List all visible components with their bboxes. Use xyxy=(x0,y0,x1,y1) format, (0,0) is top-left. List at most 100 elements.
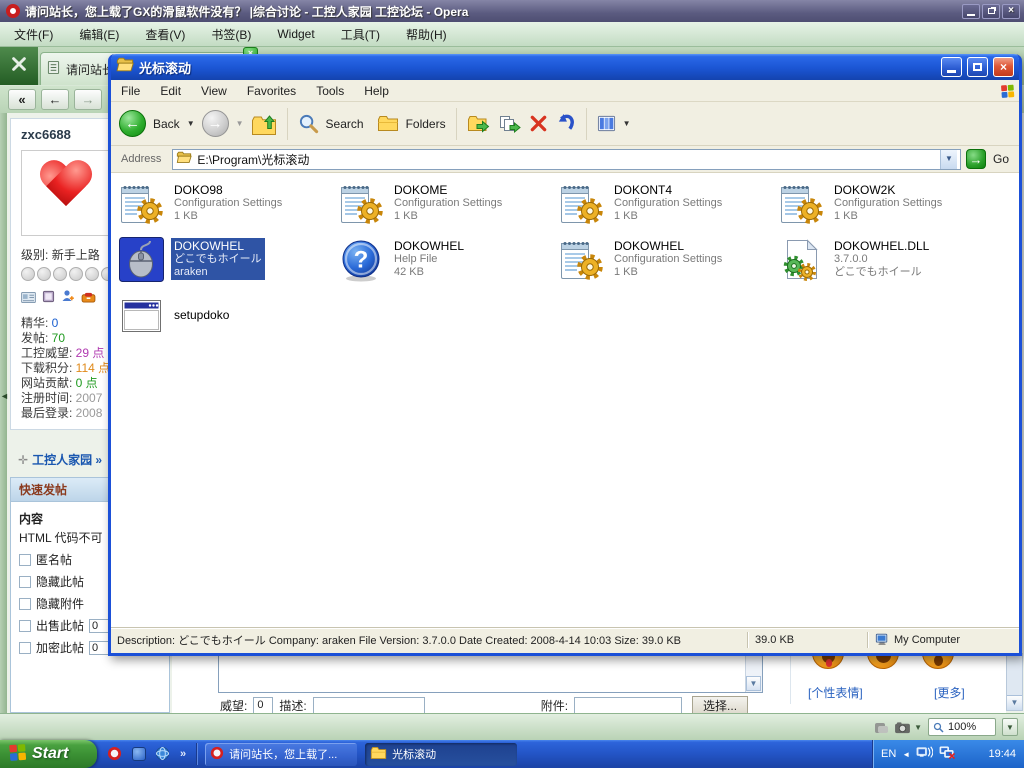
custom-emoticon-link[interactable]: [个性表情] xyxy=(808,684,863,701)
scroll-down-icon[interactable]: ▼ xyxy=(746,676,761,691)
back-dropdown-icon[interactable]: ▼ xyxy=(187,119,195,128)
forward-dropdown-icon[interactable]: ▼ xyxy=(236,119,244,128)
collapse-arrow-icon: ◄ xyxy=(0,391,9,401)
tray-collapse-icon[interactable]: ◄ xyxy=(902,750,910,759)
attachment-form: 威望: 0 描述: 附件: 选择... xyxy=(220,696,748,713)
close-button[interactable]: × xyxy=(993,57,1014,77)
views-icon[interactable] xyxy=(597,114,616,133)
checkbox[interactable] xyxy=(19,576,31,588)
back-button[interactable]: ← xyxy=(41,89,69,110)
choose-file-button[interactable]: 选择... xyxy=(692,696,748,713)
add-friend-icon[interactable] xyxy=(61,289,75,308)
folders-icon[interactable] xyxy=(377,115,399,132)
views-dropdown-icon[interactable]: ▼ xyxy=(623,119,631,128)
clock[interactable]: 19:44 xyxy=(988,748,1016,760)
opera-close-button[interactable]: × xyxy=(1002,4,1020,19)
forum-home-link[interactable]: ✛工控人家园 » xyxy=(18,451,102,468)
checkbox[interactable] xyxy=(19,554,31,566)
menu-item[interactable]: 查看(V) xyxy=(145,26,185,43)
menu-item[interactable]: 文件(F) xyxy=(14,26,53,43)
move-handle-icon: ✛ xyxy=(18,453,28,467)
rewind-button[interactable]: « xyxy=(8,89,36,110)
file-tile[interactable]: DOKOWHELどこでもホイールaraken xyxy=(119,237,333,293)
language-indicator[interactable]: EN xyxy=(881,748,896,760)
file-tile[interactable]: DOKONT4Configuration Settings1 KB xyxy=(559,181,773,237)
up-button[interactable] xyxy=(251,112,277,136)
file-tile[interactable]: setupdoko xyxy=(119,293,333,349)
opera-minimize-button[interactable] xyxy=(962,4,980,19)
file-tile[interactable]: DOKOWHEL.DLL3.7.0.0どこでもホイール xyxy=(779,237,993,293)
menu-item[interactable]: Favorites xyxy=(247,84,296,98)
desktop: 请问站长，您上载了GX的滑鼠软件没有？ |综合讨论 - 工控人家园 工控论坛 -… xyxy=(0,0,1024,768)
quick-launch-expand-icon[interactable]: » xyxy=(180,748,186,760)
menu-item[interactable]: Widget xyxy=(277,27,314,41)
attach-label: 附件: xyxy=(541,697,568,713)
zoom-control[interactable]: 100% xyxy=(928,718,996,736)
search-icon[interactable] xyxy=(298,113,319,134)
forward-button[interactable]: → xyxy=(202,110,229,137)
menu-item[interactable]: 帮助(H) xyxy=(406,26,447,43)
task-button[interactable]: 请问站长，您上载了... xyxy=(205,743,357,766)
go-label[interactable]: Go xyxy=(993,152,1009,166)
copy-to-icon[interactable] xyxy=(498,114,522,134)
mouse-icon xyxy=(119,237,164,282)
maximize-button[interactable] xyxy=(967,57,988,77)
opera-menubar: 文件(F) 编辑(E) 查看(V) 书签(B) Widget 工具(T) 帮助(H) xyxy=(0,22,1024,47)
address-dropdown-icon[interactable]: ▼ xyxy=(940,150,957,169)
profile-card-icon[interactable] xyxy=(21,290,36,308)
checkbox[interactable] xyxy=(19,642,31,654)
search-label[interactable]: Search xyxy=(326,117,364,131)
delete-icon[interactable] xyxy=(529,114,548,133)
app-icon[interactable] xyxy=(132,747,146,761)
medal-icon xyxy=(37,267,51,281)
file-tile[interactable]: DOKOMEConfiguration Settings1 KB xyxy=(339,181,553,237)
more-emoticon-link[interactable]: [更多] xyxy=(934,684,965,701)
menu-item[interactable]: 书签(B) xyxy=(211,26,251,43)
file-tile[interactable]: ?DOKOWHELHelp File42 KB xyxy=(339,237,553,293)
minimize-button[interactable] xyxy=(941,57,962,77)
undo-icon[interactable] xyxy=(555,113,576,134)
back-button[interactable]: ← xyxy=(119,110,146,137)
file-tile[interactable]: DOKOW2KConfiguration Settings1 KB xyxy=(779,181,993,237)
menu-item[interactable]: Edit xyxy=(160,84,181,98)
checkbox[interactable] xyxy=(19,598,31,610)
menu-item[interactable]: 工具(T) xyxy=(341,26,380,43)
camera-icon[interactable] xyxy=(894,721,908,733)
file-tile[interactable]: DOKO98Configuration Settings1 KB xyxy=(119,181,333,237)
attach-input[interactable] xyxy=(574,697,682,713)
network-icon[interactable] xyxy=(916,746,933,762)
panel-edge[interactable]: ◄ xyxy=(0,113,7,713)
ini-icon xyxy=(779,181,824,226)
mailbox-icon[interactable] xyxy=(81,290,96,308)
start-label: Start xyxy=(32,745,68,763)
opera-panels-button[interactable] xyxy=(0,47,38,85)
forward-button[interactable]: → xyxy=(74,89,102,110)
menu-item[interactable]: View xyxy=(201,84,227,98)
checkbox[interactable] xyxy=(19,620,31,632)
desc-input[interactable] xyxy=(313,697,425,713)
zoom-dropdown-icon[interactable]: ▼ xyxy=(1002,718,1018,736)
menu-item[interactable]: Tools xyxy=(316,84,344,98)
opera-titlebar[interactable]: 请问站长，您上载了GX的滑鼠软件没有？ |综合讨论 - 工控人家园 工控论坛 -… xyxy=(0,0,1024,22)
scroll-down-icon[interactable]: ▼ xyxy=(1007,695,1022,710)
opera-restore-button[interactable] xyxy=(982,4,1000,19)
explorer-titlebar[interactable]: 光标滚动 × xyxy=(111,54,1019,80)
opera-icon[interactable] xyxy=(107,746,123,762)
globe-icon[interactable] xyxy=(155,746,171,762)
page-scrollbar[interactable]: ▼ xyxy=(1006,653,1023,711)
move-to-icon[interactable] xyxy=(467,114,491,134)
menu-item[interactable]: File xyxy=(121,84,140,98)
folders-label[interactable]: Folders xyxy=(406,117,446,131)
prestige-input[interactable]: 0 xyxy=(253,697,273,713)
address-input[interactable]: E:\Program\光标滚动 ▼ xyxy=(172,149,961,170)
menu-item[interactable]: Help xyxy=(364,84,389,98)
start-button[interactable]: Start xyxy=(0,740,97,768)
message-icon[interactable] xyxy=(42,290,55,308)
menu-item[interactable]: 编辑(E) xyxy=(79,26,119,43)
note-icon[interactable] xyxy=(874,721,888,733)
chevron-down-icon[interactable]: ▼ xyxy=(914,723,922,732)
task-button[interactable]: 光标滚动 xyxy=(365,743,517,766)
network-disconnected-icon[interactable] xyxy=(939,746,956,762)
go-button[interactable]: → xyxy=(966,149,986,169)
file-tile[interactable]: DOKOWHELConfiguration Settings1 KB xyxy=(559,237,773,293)
